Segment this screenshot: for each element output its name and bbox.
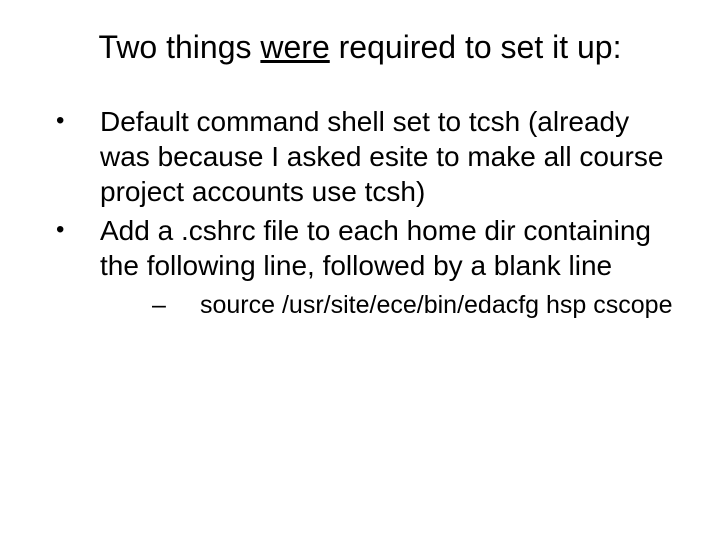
bullet-list: Default command shell set to tcsh (alrea… xyxy=(40,104,680,322)
bullet-text: Default command shell set to tcsh (alrea… xyxy=(100,106,663,207)
bullet-item: Default command shell set to tcsh (alrea… xyxy=(40,104,680,209)
sub-bullet-item: source /usr/site/ece/bin/edacfg hsp csco… xyxy=(100,289,680,322)
title-post: required to set it up: xyxy=(330,29,622,65)
slide-title: Two things were required to set it up: xyxy=(40,28,680,66)
title-underline: were xyxy=(260,29,329,65)
bullet-item: Add a .cshrc file to each home dir conta… xyxy=(40,213,680,322)
bullet-text: Add a .cshrc file to each home dir conta… xyxy=(100,215,651,281)
sub-bullet-list: source /usr/site/ece/bin/edacfg hsp csco… xyxy=(100,289,680,322)
sub-bullet-text: source /usr/site/ece/bin/edacfg hsp csco… xyxy=(200,291,673,319)
title-pre: Two things xyxy=(99,29,261,65)
